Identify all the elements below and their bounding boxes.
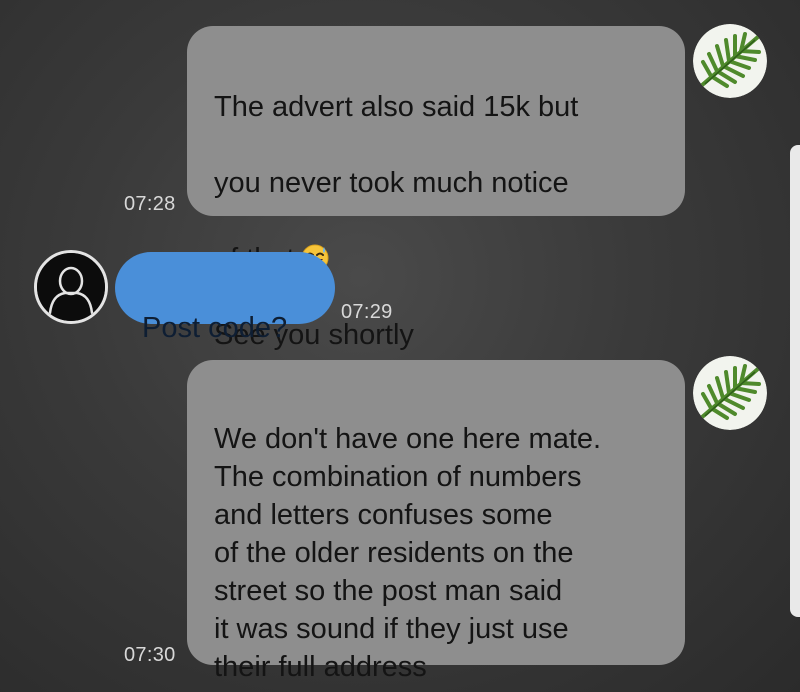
user-silhouette-icon	[37, 253, 105, 321]
scrollbar-handle[interactable]	[790, 145, 800, 617]
message-timestamp: 07:29	[341, 301, 393, 323]
message-bubble-outgoing[interactable]: We don't have one here mate. The combina…	[187, 360, 685, 683]
message-text: We don't have one here mate. The combina…	[214, 423, 602, 683]
sender-avatar-fern[interactable]	[693, 356, 767, 430]
message-text-line: you never took much notice	[214, 167, 569, 199]
fern-leaf-icon	[693, 24, 767, 98]
message-timestamp: 07:30	[124, 644, 176, 666]
message-text: Post code?	[142, 312, 288, 344]
fern-leaf-icon	[693, 356, 767, 430]
chat-thread: The advert also said 15k but you never t…	[0, 0, 800, 692]
message-bubble-outgoing[interactable]: The advert also said 15k but you never t…	[187, 26, 685, 351]
contact-avatar[interactable]	[34, 250, 108, 324]
message-timestamp: 07:28	[124, 193, 176, 215]
message-text-line: The advert also said 15k but	[214, 91, 579, 123]
message-bubble-incoming[interactable]: Post code?	[115, 252, 335, 344]
sender-avatar-fern[interactable]	[693, 24, 767, 98]
